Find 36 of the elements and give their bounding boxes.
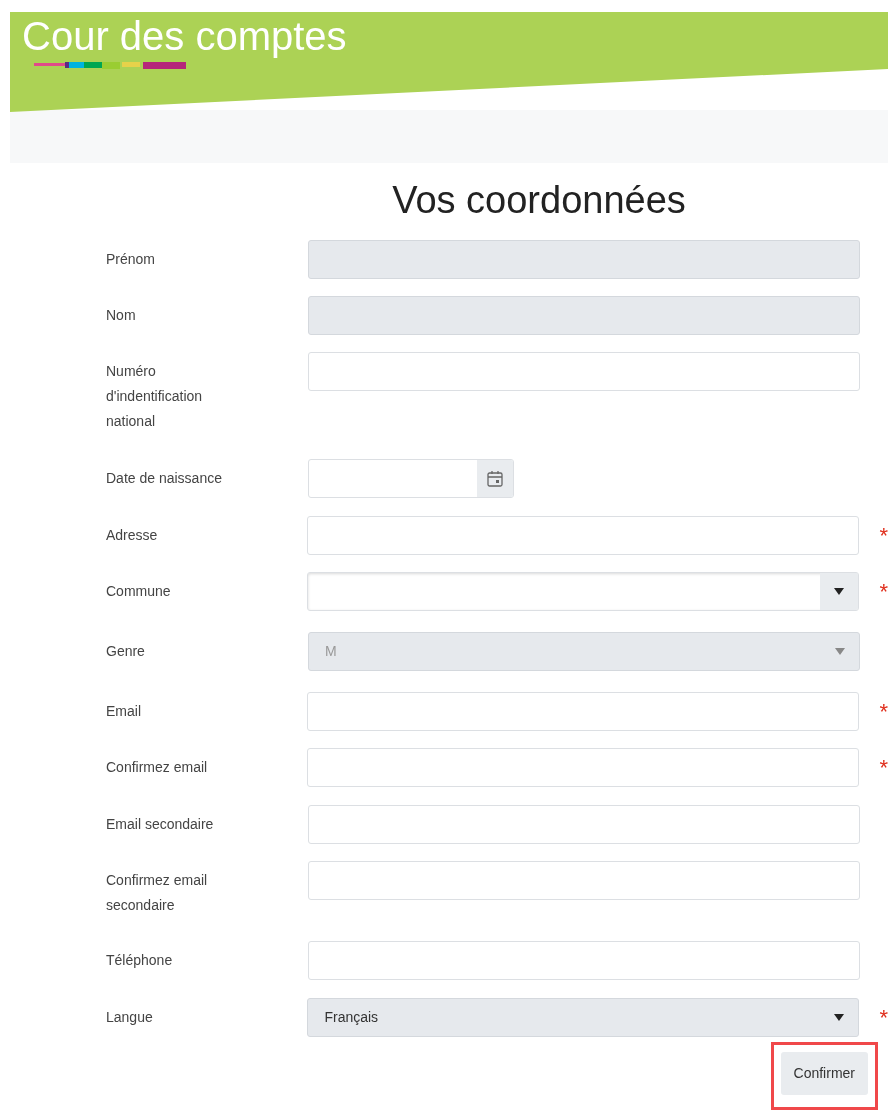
required-mark: * (879, 700, 888, 723)
select-value: Français (324, 1009, 379, 1025)
dropdown-caret-icon (835, 648, 845, 655)
field-label: Adresse (106, 526, 159, 545)
text-field[interactable] (308, 861, 860, 900)
text-field[interactable] (308, 352, 860, 391)
field-label: Langue (106, 1008, 154, 1027)
select-value: M (325, 643, 337, 659)
calendar-icon[interactable] (487, 470, 503, 487)
field-label: Email (106, 702, 142, 721)
select-field[interactable] (307, 572, 860, 611)
text-field[interactable] (308, 805, 860, 844)
required-mark: * (879, 756, 888, 779)
required-mark: * (879, 580, 888, 603)
field-label: Genre (106, 642, 146, 661)
dropdown-caret-icon (834, 1014, 845, 1021)
field-label: Numéro d'indentification national (106, 362, 204, 431)
field-label: Date de naissance (106, 469, 223, 488)
field-label: Confirmez email (106, 758, 209, 777)
text-field[interactable] (307, 692, 860, 731)
field-label: Nom (106, 306, 137, 325)
dropdown-caret-icon (834, 588, 845, 595)
text-field[interactable] (307, 748, 860, 787)
form-title: Vos coordonnées (391, 178, 687, 223)
logo-stripe-icon (34, 61, 186, 70)
field-label: Commune (106, 582, 172, 601)
field-label: Prénom (106, 250, 157, 269)
text-field[interactable] (308, 941, 860, 980)
confirm-button[interactable]: Confirmer (780, 1052, 868, 1095)
date-field[interactable] (308, 459, 514, 498)
field-label: Confirmez email secondaire (106, 871, 209, 915)
text-field[interactable] (307, 516, 860, 555)
required-mark: * (879, 524, 888, 547)
field-label: Téléphone (106, 951, 174, 970)
field-label: Email secondaire (106, 815, 215, 834)
required-mark: * (879, 1006, 888, 1029)
